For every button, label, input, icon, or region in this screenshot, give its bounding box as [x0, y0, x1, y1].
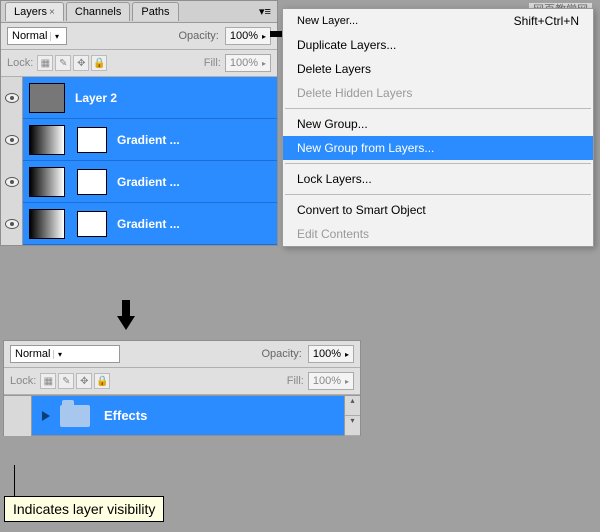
- layer-thumbnail[interactable]: [29, 167, 65, 197]
- visibility-toggle[interactable]: [1, 119, 23, 161]
- fill-label: Fill:: [287, 375, 304, 387]
- layer-row[interactable]: Gradient ...: [1, 161, 277, 203]
- menu-convert-smart-object[interactable]: Convert to Smart Object: [283, 198, 593, 222]
- scroll-stepper[interactable]: ▴▾: [344, 396, 360, 436]
- menu-duplicate-layers[interactable]: Duplicate Layers...: [283, 33, 593, 57]
- chevron-down-icon: ▾: [53, 350, 65, 359]
- folder-icon: [60, 405, 90, 427]
- opacity-input[interactable]: 100%▸: [225, 27, 271, 45]
- menu-lock-layers[interactable]: Lock Layers...: [283, 167, 593, 191]
- eye-icon: [5, 219, 19, 229]
- menu-delete-hidden: Delete Hidden Layers: [283, 81, 593, 105]
- visibility-toggle[interactable]: [4, 396, 32, 436]
- visibility-toggle[interactable]: [1, 161, 23, 203]
- menu-separator: [285, 108, 591, 109]
- blend-mode-select[interactable]: Normal▾: [10, 345, 120, 363]
- layer-name[interactable]: Gradient ...: [117, 175, 180, 189]
- layer-thumbnail[interactable]: [29, 83, 65, 113]
- lock-transparency-icon[interactable]: ▦: [40, 373, 56, 389]
- eye-icon: [5, 135, 19, 145]
- close-icon[interactable]: ×: [49, 7, 55, 18]
- opacity-input[interactable]: 100%▸: [308, 345, 354, 363]
- menu-separator: [285, 194, 591, 195]
- menu-edit-contents: Edit Contents: [283, 222, 593, 246]
- layer-list: Layer 2 Gradient ... Gradient ... Gradie…: [1, 77, 277, 245]
- lock-pixels-icon[interactable]: ✎: [55, 55, 71, 71]
- layer-mask[interactable]: [77, 169, 107, 195]
- layers-panel: Layers× Channels Paths ▾≡ Normal▾ Opacit…: [0, 0, 278, 246]
- layer-name[interactable]: Layer 2: [75, 91, 117, 105]
- fill-input[interactable]: 100%▸: [225, 54, 271, 72]
- lock-icons: ▦ ✎ ✥ 🔒: [37, 55, 107, 71]
- blend-opacity-row: Normal▾ Opacity: 100%▸: [1, 23, 277, 50]
- tab-channels[interactable]: Channels: [66, 2, 130, 21]
- lock-fill-row: Lock: ▦ ✎ ✥ 🔒 Fill: 100%▸: [1, 50, 277, 77]
- lock-fill-row: Lock: ▦ ✎ ✥ 🔒 Fill: 100%▸: [4, 368, 360, 395]
- lock-position-icon[interactable]: ✥: [73, 55, 89, 71]
- layers-panel-result: Normal▾ Opacity: 100%▸ Lock: ▦ ✎ ✥ 🔒 Fil…: [3, 340, 361, 436]
- lock-label: Lock:: [10, 375, 36, 387]
- layer-mask[interactable]: [77, 211, 107, 237]
- lock-all-icon[interactable]: 🔒: [91, 55, 107, 71]
- lock-all-icon[interactable]: 🔒: [94, 373, 110, 389]
- lock-label: Lock:: [7, 57, 33, 69]
- eye-icon: [5, 177, 19, 187]
- tab-layers[interactable]: Layers×: [5, 2, 64, 21]
- blend-mode-select[interactable]: Normal▾: [7, 27, 67, 45]
- fill-label: Fill:: [204, 57, 221, 69]
- layer-name[interactable]: Gradient ...: [117, 133, 180, 147]
- menu-new-group-from-layers[interactable]: New Group from Layers...: [283, 136, 593, 160]
- lock-pixels-icon[interactable]: ✎: [58, 373, 74, 389]
- lock-position-icon[interactable]: ✥: [76, 373, 92, 389]
- chevron-down-icon: ▾: [50, 32, 62, 41]
- layer-thumbnail[interactable]: [29, 125, 65, 155]
- blend-opacity-row: Normal▾ Opacity: 100%▸: [4, 341, 360, 368]
- tab-paths[interactable]: Paths: [132, 2, 178, 21]
- menu-new-group[interactable]: New Group...: [283, 112, 593, 136]
- panel-tabs: Layers× Channels Paths ▾≡: [1, 1, 277, 23]
- menu-separator: [285, 163, 591, 164]
- menu-delete-layers[interactable]: Delete Layers: [283, 57, 593, 81]
- group-name[interactable]: Effects: [104, 408, 147, 423]
- lock-transparency-icon[interactable]: ▦: [37, 55, 53, 71]
- layer-mask[interactable]: [77, 127, 107, 153]
- layer-row[interactable]: Gradient ...: [1, 119, 277, 161]
- panel-menu-button[interactable]: ▾≡: [257, 5, 273, 18]
- menu-new-layer[interactable]: New Layer...Shift+Ctrl+N: [283, 9, 593, 33]
- layer-row[interactable]: Gradient ...: [1, 203, 277, 245]
- layer-row[interactable]: Layer 2: [1, 77, 277, 119]
- layer-thumbnail[interactable]: [29, 209, 65, 239]
- expand-triangle-icon[interactable]: [42, 411, 50, 421]
- eye-icon: [5, 93, 19, 103]
- fill-input[interactable]: 100%▸: [308, 372, 354, 390]
- layer-name[interactable]: Gradient ...: [117, 217, 180, 231]
- visibility-toggle[interactable]: [1, 77, 23, 119]
- shortcut-text: Shift+Ctrl+N: [514, 14, 579, 28]
- lock-icons: ▦ ✎ ✥ 🔒: [40, 373, 110, 389]
- opacity-label: Opacity:: [178, 30, 218, 42]
- group-row[interactable]: Effects ▴▾: [4, 395, 360, 435]
- layers-panel-menu: New Layer...Shift+Ctrl+N Duplicate Layer…: [282, 8, 594, 247]
- arrow-down-icon: [117, 300, 135, 330]
- visibility-tooltip: Indicates layer visibility: [4, 496, 164, 522]
- visibility-toggle[interactable]: [1, 203, 23, 245]
- opacity-label: Opacity:: [261, 348, 301, 360]
- tooltip-pointer: [14, 465, 15, 497]
